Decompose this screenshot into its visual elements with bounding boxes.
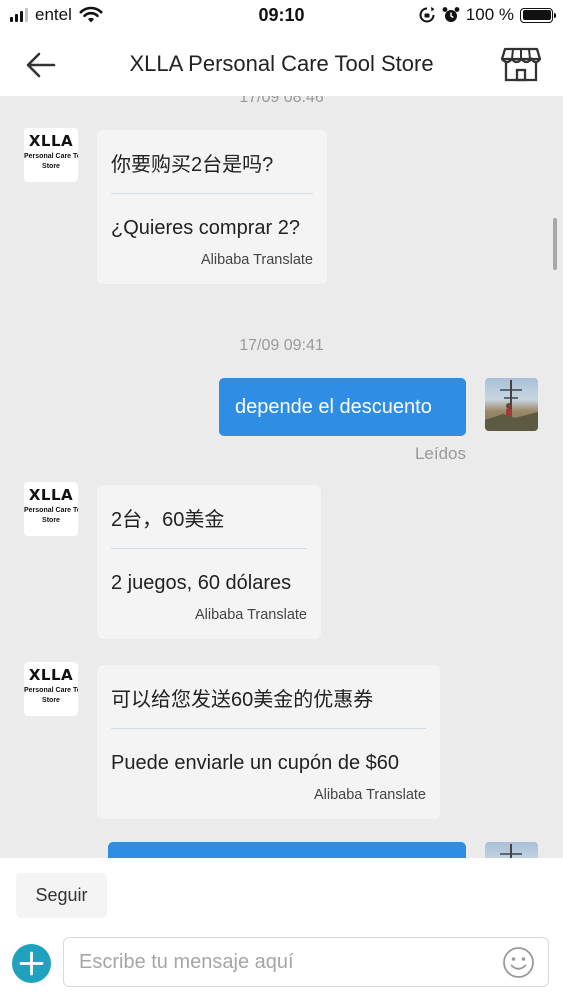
user-avatar-photo — [500, 844, 522, 858]
message-original-text: 2台，60美金 — [111, 485, 307, 549]
smiley-icon[interactable] — [502, 946, 535, 979]
message-translated-text: 2 juegos, 60 dólares — [111, 572, 292, 594]
store-avatar[interactable]: XLLA Personal Care Tool Store — [24, 662, 78, 716]
translator-label: Alibaba Translate — [313, 787, 426, 803]
arrow-left-icon[interactable] — [22, 46, 60, 84]
incoming-message-bubble[interactable]: 你要购买2台是吗? ¿Quieres comprar 2? Alibaba Tr… — [97, 130, 327, 284]
message-input-box — [63, 937, 549, 987]
orientation-lock-icon — [419, 7, 435, 23]
page-title: XLLA Personal Care Tool Store — [129, 51, 434, 76]
status-bar: entel 09:10 100 % — [0, 0, 563, 32]
read-receipt: Leídos — [414, 444, 466, 463]
storefront-icon[interactable] — [501, 45, 541, 83]
alarm-icon — [442, 7, 460, 22]
translator-label: Alibaba Translate — [200, 252, 313, 268]
battery-fill — [522, 10, 551, 20]
follow-button[interactable]: Seguir — [16, 873, 107, 918]
incoming-message-bubble[interactable]: 2台，60美金 2 juegos, 60 dólares Alibaba Tra… — [97, 485, 321, 639]
message-translated-text: Puede enviarle un cupón de $60 — [111, 752, 400, 774]
user-avatar[interactable] — [485, 378, 538, 431]
scrollbar[interactable] — [553, 218, 557, 270]
message-input[interactable] — [64, 938, 484, 986]
translator-label: Alibaba Translate — [194, 607, 307, 623]
outgoing-message-bubble[interactable] — [108, 842, 466, 858]
message-original-text: 可以给您发送60美金的优惠券 — [111, 665, 426, 729]
battery-icon — [520, 7, 556, 23]
message-timestamp: 17/09 08:46 — [239, 96, 324, 106]
store-avatar[interactable]: XLLA Personal Care Tool Store — [24, 128, 78, 182]
outgoing-message-bubble[interactable]: depende el descuento — [219, 378, 466, 436]
battery-percent: 100 % — [465, 5, 514, 24]
user-avatar[interactable] — [485, 842, 538, 858]
message-original-text: 你要购买2台是吗? — [111, 130, 313, 194]
plus-circle-icon[interactable] — [12, 944, 51, 983]
message-translated-text: ¿Quieres comprar 2? — [111, 217, 300, 239]
chat-messages[interactable]: 17/09 08:46 XLLA Personal Care Tool Stor… — [0, 96, 563, 858]
chat-header: XLLA Personal Care Tool Store — [0, 32, 563, 96]
user-avatar-photo — [485, 380, 538, 431]
status-right: 100 % — [418, 5, 556, 25]
store-avatar[interactable]: XLLA Personal Care Tool Store — [24, 482, 78, 536]
composer-bar: Seguir — [0, 858, 563, 1000]
message-timestamp: 17/09 09:41 — [239, 337, 324, 354]
incoming-message-bubble[interactable]: 可以给您发送60美金的优惠券 Puede enviarle un cupón d… — [97, 665, 440, 819]
